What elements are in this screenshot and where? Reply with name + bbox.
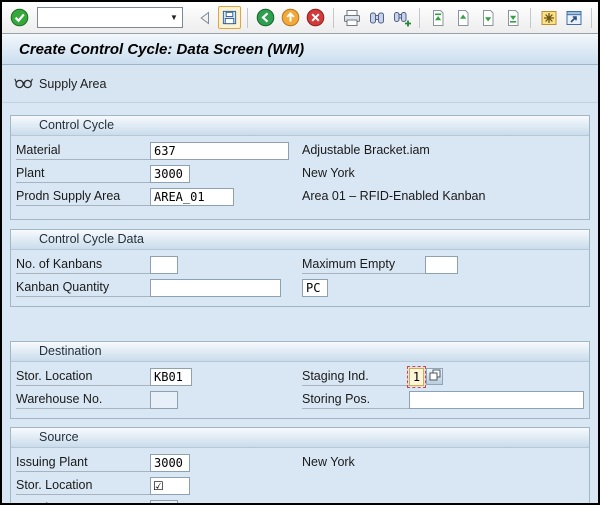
issuing-plant-description: New York: [302, 454, 355, 471]
prodn-supply-area-row: Prodn Supply Area Area 01 – RFID-Enabled…: [16, 188, 584, 206]
src-stor-location-row: Stor. Location: [16, 477, 584, 495]
staging-ind-field[interactable]: [409, 368, 424, 386]
group-control-cycle-data: Control Cycle Data No. of Kanbans Maximu…: [10, 229, 590, 307]
kanbans-row: No. of Kanbans Maximum Empty: [16, 256, 584, 274]
supply-area-button[interactable]: Supply Area: [14, 75, 106, 93]
sap-window: ▼: [0, 0, 600, 505]
unit-of-measure-field[interactable]: [302, 279, 328, 297]
material-label: Material: [16, 142, 150, 160]
print-icon[interactable]: [340, 6, 363, 29]
src-warehouse-no-field[interactable]: [150, 500, 178, 503]
kanban-quantity-row: Kanban Quantity: [16, 279, 584, 297]
command-input[interactable]: [38, 9, 166, 26]
last-page-icon[interactable]: [501, 6, 524, 29]
material-description: Adjustable Bracket.iam: [302, 142, 430, 159]
find-icon[interactable]: [365, 6, 388, 29]
toolbar-separator: [591, 8, 592, 28]
group-control-cycle-data-title: Control Cycle Data: [11, 230, 589, 250]
src-stor-location-label: Stor. Location: [16, 477, 150, 495]
screen-body: Control Cycle Material Adjustable Bracke…: [2, 103, 598, 503]
group-source-title: Source: [11, 428, 589, 448]
dest-warehouse-no-label: Warehouse No.: [16, 391, 150, 409]
maximum-empty-field[interactable]: [425, 256, 458, 274]
save-icon[interactable]: [218, 6, 241, 29]
back-triangle-icon[interactable]: [193, 6, 216, 29]
multiple-selection-button[interactable]: [426, 368, 443, 385]
material-row: Material Adjustable Bracket.iam: [16, 142, 584, 160]
material-field[interactable]: [150, 142, 289, 160]
first-page-icon[interactable]: [426, 6, 449, 29]
group-control-cycle: Control Cycle Material Adjustable Bracke…: [10, 115, 590, 220]
staging-ind-label: Staging Ind.: [302, 368, 409, 386]
plant-description: New York: [302, 165, 355, 182]
dest-warehouse-no-field[interactable]: [150, 391, 178, 409]
group-destination-title: Destination: [11, 342, 589, 362]
staging-ind-focus-frame: [409, 368, 424, 386]
prodn-supply-area-field[interactable]: [150, 188, 234, 206]
command-field[interactable]: ▼: [37, 7, 183, 28]
toolbar-separator: [247, 8, 248, 28]
overlapping-pages-icon: [429, 369, 441, 384]
find-next-icon[interactable]: [390, 6, 413, 29]
new-session-icon[interactable]: [537, 6, 560, 29]
enter-icon[interactable]: [8, 6, 31, 29]
kanban-quantity-label: Kanban Quantity: [16, 279, 150, 297]
page-up-icon[interactable]: [451, 6, 474, 29]
dest-stor-location-label: Stor. Location: [16, 368, 150, 386]
dest-stor-location-field[interactable]: [150, 368, 192, 386]
no-of-kanbans-field[interactable]: [150, 256, 178, 274]
toolbar-separator: [419, 8, 420, 28]
issuing-plant-row: Issuing Plant New York: [16, 454, 584, 472]
group-control-cycle-title: Control Cycle: [11, 116, 589, 136]
storing-pos-label: Storing Pos.: [302, 391, 409, 409]
system-toolbar: ▼: [2, 2, 598, 34]
application-toolbar: Supply Area: [2, 65, 598, 103]
dest-warehouse-row: Warehouse No. Storing Pos.: [16, 391, 584, 409]
group-source: Source Issuing Plant New York Stor. Loca…: [10, 427, 590, 503]
dest-stor-location-row: Stor. Location Staging Ind.: [16, 368, 584, 386]
plant-field[interactable]: [150, 165, 190, 183]
toolbar-separator: [333, 8, 334, 28]
plant-row: Plant New York: [16, 165, 584, 183]
command-dropdown-icon[interactable]: ▼: [166, 8, 182, 27]
kanban-quantity-field[interactable]: [150, 279, 281, 297]
storing-pos-field[interactable]: [409, 391, 584, 409]
issuing-plant-field[interactable]: [150, 454, 190, 472]
exit-icon[interactable]: [279, 6, 302, 29]
src-stor-location-field[interactable]: [150, 477, 190, 495]
prodn-supply-area-description: Area 01 – RFID-Enabled Kanban: [302, 188, 485, 205]
glasses-icon: [14, 75, 34, 93]
no-of-kanbans-label: No. of Kanbans: [16, 256, 150, 274]
toolbar-separator: [530, 8, 531, 28]
src-warehouse-row: Warehouse No.: [16, 500, 584, 503]
src-warehouse-no-label: Warehouse No.: [16, 500, 150, 503]
page-down-icon[interactable]: [476, 6, 499, 29]
page-title: Create Control Cycle: Data Screen (WM): [19, 41, 304, 58]
cancel-icon[interactable]: [304, 6, 327, 29]
group-destination: Destination Stor. Location Staging Ind. …: [10, 341, 590, 419]
prodn-supply-area-label: Prodn Supply Area: [16, 188, 150, 206]
nav-back-icon[interactable]: [254, 6, 277, 29]
plant-label: Plant: [16, 165, 150, 183]
maximum-empty-label: Maximum Empty: [302, 256, 425, 274]
supply-area-label: Supply Area: [39, 77, 106, 91]
screen-title-bar: Create Control Cycle: Data Screen (WM): [2, 34, 598, 65]
issuing-plant-label: Issuing Plant: [16, 454, 150, 472]
create-shortcut-icon[interactable]: [562, 6, 585, 29]
